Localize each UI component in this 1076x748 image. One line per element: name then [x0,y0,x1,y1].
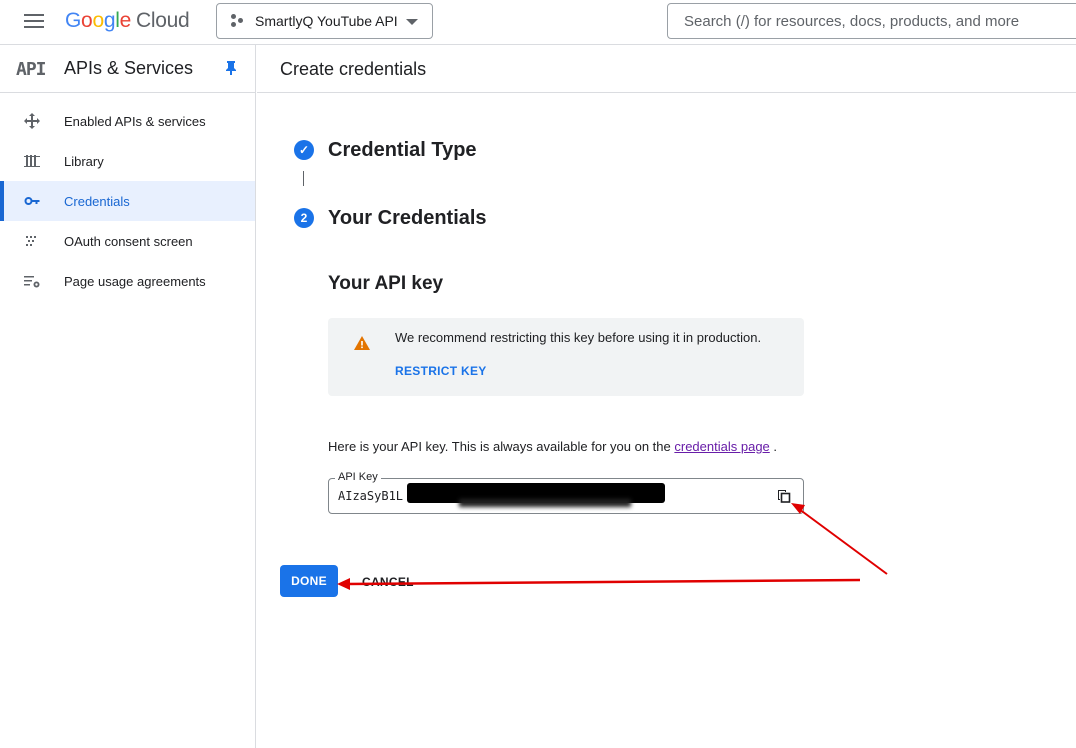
restriction-warning: We recommend restricting this key before… [328,318,804,396]
project-selector[interactable]: SmartlyQ YouTube API [216,3,433,39]
sidebar-item-enabled-apis[interactable]: Enabled APIs & services [0,101,255,141]
sidebar-item-credentials[interactable]: Credentials [0,181,255,221]
done-button[interactable]: DONE [280,565,338,597]
redaction-smudge [459,499,631,507]
page-header: Create credentials [257,45,1076,93]
api-key-heading: Your API key [328,273,444,294]
api-key-label: API Key [335,471,381,483]
library-icon [24,155,40,167]
settings-list-icon [24,276,40,288]
sidebar-item-library[interactable]: Library [0,141,255,181]
info-end: . [773,439,778,454]
sidebar-item-page-usage[interactable]: Page usage agreements [0,261,255,301]
sidebar-nav: Enabled APIs & services Library Credenti… [0,93,255,301]
move-icon [24,113,40,129]
project-icon [231,14,245,28]
search-input[interactable]: Search (/) for resources, docs, products… [667,3,1076,39]
warning-text: We recommend restricting this key before… [395,330,762,345]
sidebar-item-oauth-consent[interactable]: OAuth consent screen [0,221,255,261]
page-title: Create credentials [280,59,427,79]
step-credential-type: Credential Type [328,139,477,161]
api-key-field[interactable]: API Key AIzaSyB1L [328,471,804,514]
step-connector [303,171,304,186]
key-icon [24,197,40,205]
restrict-key-button[interactable]: RESTRICT KEY [395,364,487,378]
main-menu-icon[interactable] [24,14,44,30]
api-logo-icon: API [16,59,46,80]
pin-icon[interactable] [226,61,236,75]
top-bar: Google Cloud SmartlyQ YouTube API Search … [0,0,1076,45]
consent-icon [26,236,36,246]
sidebar: API APIs & Services Enabled APIs & servi… [0,45,256,748]
step-your-credentials: Your Credentials [328,207,487,229]
api-key-info: Here is your API key. This is always ava… [328,439,777,454]
info-text: Here is your API key. This is always ava… [328,439,671,454]
project-name: SmartlyQ YouTube API [255,13,398,29]
cancel-button[interactable]: CANCEL [362,575,414,589]
credentials-page-link[interactable]: credentials page [674,439,769,454]
copy-icon[interactable] [777,489,791,503]
main-content: Create credentials ✓ Credential Type 2 Y… [257,45,1076,748]
check-circle-icon: ✓ [294,140,314,160]
api-key-value: AIzaSyB1L [338,489,404,503]
warning-icon [354,336,370,350]
google-cloud-logo[interactable]: Google Cloud [65,9,190,33]
sidebar-header: API APIs & Services [0,45,255,93]
sidebar-title: APIs & Services [64,58,194,78]
step-number-badge: 2 [294,208,314,228]
chevron-down-icon [406,19,418,25]
